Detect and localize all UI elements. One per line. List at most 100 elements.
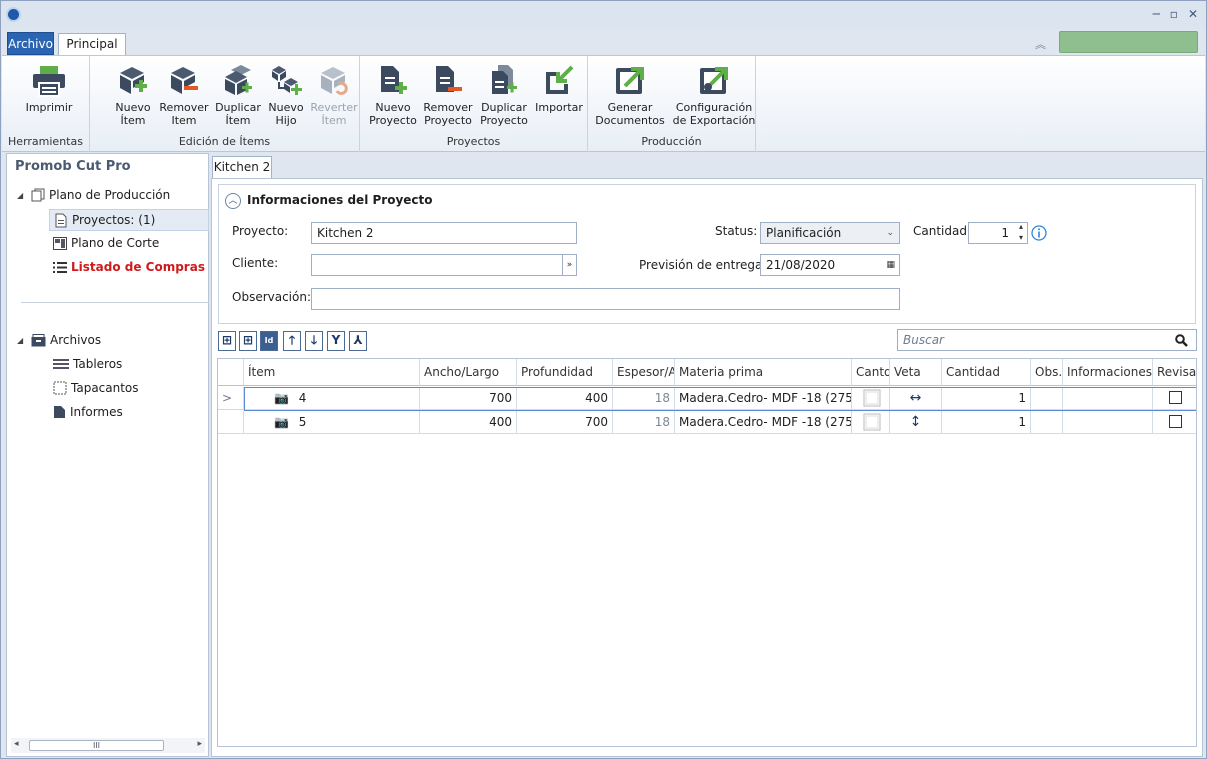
- remover-proyecto-button[interactable]: Remover Proyecto: [422, 62, 474, 127]
- row-header-column: [218, 359, 244, 386]
- column-header-profundidad[interactable]: Profundidad: [517, 359, 613, 386]
- table-cell-cantidad[interactable]: 1: [942, 387, 1031, 410]
- column-header-ancho[interactable]: Ancho/Largo: [420, 359, 517, 386]
- table-cell-ancho[interactable]: 700: [420, 387, 517, 410]
- column-header-veta[interactable]: Veta: [890, 359, 942, 386]
- calendar-icon[interactable]: ▦: [886, 255, 895, 275]
- table-cell-revisado[interactable]: [1153, 387, 1196, 410]
- search-icon[interactable]: [1175, 334, 1188, 347]
- table-cell-informaciones[interactable]: [1063, 387, 1153, 410]
- revisado-checkbox[interactable]: [1169, 391, 1182, 404]
- column-header-canto[interactable]: Canto: [852, 359, 890, 386]
- nuevo-hijo-label-1: Nuevo: [268, 101, 304, 114]
- tab-archivo[interactable]: Archivo: [7, 32, 54, 55]
- export-settings-icon: [700, 67, 728, 94]
- camera-icon[interactable]: 📷: [274, 391, 289, 405]
- column-header-informaciones[interactable]: Informaciones A: [1063, 359, 1153, 386]
- row-indicator[interactable]: [218, 411, 244, 434]
- observacion-input[interactable]: [311, 288, 900, 310]
- close-button[interactable]: ✕: [1188, 7, 1198, 21]
- table-cell-item[interactable]: 📷 5: [244, 411, 420, 434]
- move-up-icon[interactable]: 🡑: [283, 331, 301, 351]
- duplicar-proyecto-button[interactable]: Duplicar Proyecto: [478, 62, 530, 127]
- table-cell-item[interactable]: 📷 4: [244, 387, 420, 410]
- column-header-cantidad[interactable]: Cantidad: [942, 359, 1031, 386]
- table-cell-revisado[interactable]: [1153, 411, 1196, 434]
- configuracion-exportacion-button[interactable]: Configuración de Exportación: [672, 62, 756, 127]
- cantidad-stepper[interactable]: 1 ▴ ▾: [968, 222, 1028, 244]
- tree-tapacantos[interactable]: Tapacantos: [53, 381, 139, 395]
- nuevo-item-button[interactable]: Nuevo Ítem: [112, 62, 154, 127]
- box-duplicate-icon: [225, 65, 252, 95]
- tree-archivos[interactable]: ◢ Archivos: [17, 333, 101, 347]
- table-cell-materia[interactable]: Madera.Cedro- MDF -18 (2750x: [675, 411, 852, 434]
- double-chevron-down-icon[interactable]: »: [562, 255, 576, 275]
- table-cell-obs[interactable]: [1031, 387, 1063, 410]
- reverter-item-button[interactable]: Reverter Ítem: [310, 62, 358, 127]
- revisado-checkbox[interactable]: [1169, 415, 1182, 428]
- column-header-revisado[interactable]: Revisac: [1153, 359, 1196, 386]
- table-cell-obs[interactable]: [1031, 411, 1063, 434]
- table-cell-profundidad[interactable]: 400: [517, 387, 613, 410]
- duplicar-item-label-2: Ítem: [225, 114, 251, 127]
- split-icon[interactable]: ⅄: [349, 331, 367, 351]
- table-cell-canto[interactable]: [852, 411, 890, 434]
- column-header-item[interactable]: Ítem: [244, 359, 420, 386]
- tree-tableros[interactable]: Tableros: [53, 357, 122, 371]
- spin-icon[interactable]: ▴ ▾: [1019, 221, 1023, 243]
- table-cell-materia[interactable]: Madera.Cedro- MDF -18 (2750x: [675, 387, 852, 410]
- edge-frame-icon: [863, 413, 881, 431]
- chevron-down-icon[interactable]: ⌄: [886, 223, 894, 243]
- row-indicator-icon[interactable]: >: [218, 387, 244, 410]
- proyecto-input[interactable]: Kitchen 2: [311, 222, 577, 244]
- tab-principal[interactable]: Principal: [58, 33, 126, 55]
- expand-icon[interactable]: ◢: [17, 191, 27, 200]
- tree-proyectos[interactable]: Proyectos: (1): [49, 209, 209, 231]
- imprimir-button[interactable]: Imprimir: [24, 62, 74, 114]
- remover-item-button[interactable]: Remover Item: [158, 62, 210, 127]
- tree-plano-corte[interactable]: Plano de Corte: [53, 236, 159, 250]
- table-cell-cantidad[interactable]: 1: [942, 411, 1031, 434]
- expand-all-icon[interactable]: ⊞: [218, 331, 236, 351]
- collapse-ribbon-icon[interactable]: ︽: [1035, 36, 1046, 52]
- scroll-right-icon[interactable]: ▸: [197, 739, 202, 749]
- column-header-obs[interactable]: Obs.: [1031, 359, 1063, 386]
- minimize-button[interactable]: ─: [1153, 7, 1160, 21]
- tab-kitchen-2[interactable]: Kitchen 2: [212, 156, 272, 179]
- prevision-label: Previsión de entrega:: [639, 258, 767, 272]
- scroll-left-icon[interactable]: ◂: [14, 739, 19, 749]
- collapse-section-icon[interactable]: ︿: [225, 193, 241, 209]
- table-cell-veta[interactable]: ↔: [890, 387, 942, 410]
- move-down-icon[interactable]: 🡓: [305, 331, 323, 351]
- table-cell-ancho[interactable]: 400: [420, 411, 517, 434]
- nuevo-hijo-button[interactable]: Nuevo Hijo: [266, 62, 306, 127]
- camera-icon[interactable]: 📷: [274, 415, 289, 429]
- table-cell-informaciones[interactable]: [1063, 411, 1153, 434]
- duplicar-item-button[interactable]: Duplicar Ítem: [214, 62, 262, 127]
- search-input[interactable]: Buscar: [897, 329, 1197, 351]
- column-header-espesor[interactable]: Espesor/A: [613, 359, 675, 386]
- merge-icon[interactable]: Y: [327, 331, 345, 351]
- tree-informes[interactable]: Informes: [53, 405, 123, 419]
- nuevo-proyecto-button[interactable]: Nuevo Proyecto: [368, 62, 418, 127]
- add-row-icon[interactable]: ⊞: [239, 331, 257, 351]
- status-select[interactable]: Planificación ⌄: [760, 222, 900, 244]
- scroll-thumb[interactable]: III: [29, 740, 164, 751]
- maximize-button[interactable]: ▫: [1170, 7, 1178, 21]
- horizontal-scrollbar[interactable]: ◂ III ▸: [11, 738, 205, 753]
- expand-icon[interactable]: ◢: [17, 336, 27, 345]
- table-cell-profundidad[interactable]: 700: [517, 411, 613, 434]
- table-cell-veta[interactable]: ↕: [890, 411, 942, 434]
- column-header-materia[interactable]: Materia prima: [675, 359, 852, 386]
- generar-documentos-button[interactable]: Generar Documentos: [594, 62, 666, 127]
- tree-plano-produccion[interactable]: ◢ Plano de Producción: [17, 188, 170, 202]
- table-cell-canto[interactable]: [852, 387, 890, 410]
- info-icon[interactable]: [1031, 225, 1047, 244]
- importar-button[interactable]: Importar: [534, 62, 584, 114]
- group-produccion: Generar Documentos Configuración de Expo…: [588, 56, 756, 152]
- tree-listado-compras[interactable]: Listado de Compras: [53, 260, 205, 274]
- prevision-date-input[interactable]: 21/08/2020 ▦: [760, 254, 900, 276]
- cliente-select[interactable]: »: [311, 254, 577, 276]
- user-status-box[interactable]: [1059, 31, 1198, 53]
- id-icon[interactable]: Id: [260, 331, 278, 351]
